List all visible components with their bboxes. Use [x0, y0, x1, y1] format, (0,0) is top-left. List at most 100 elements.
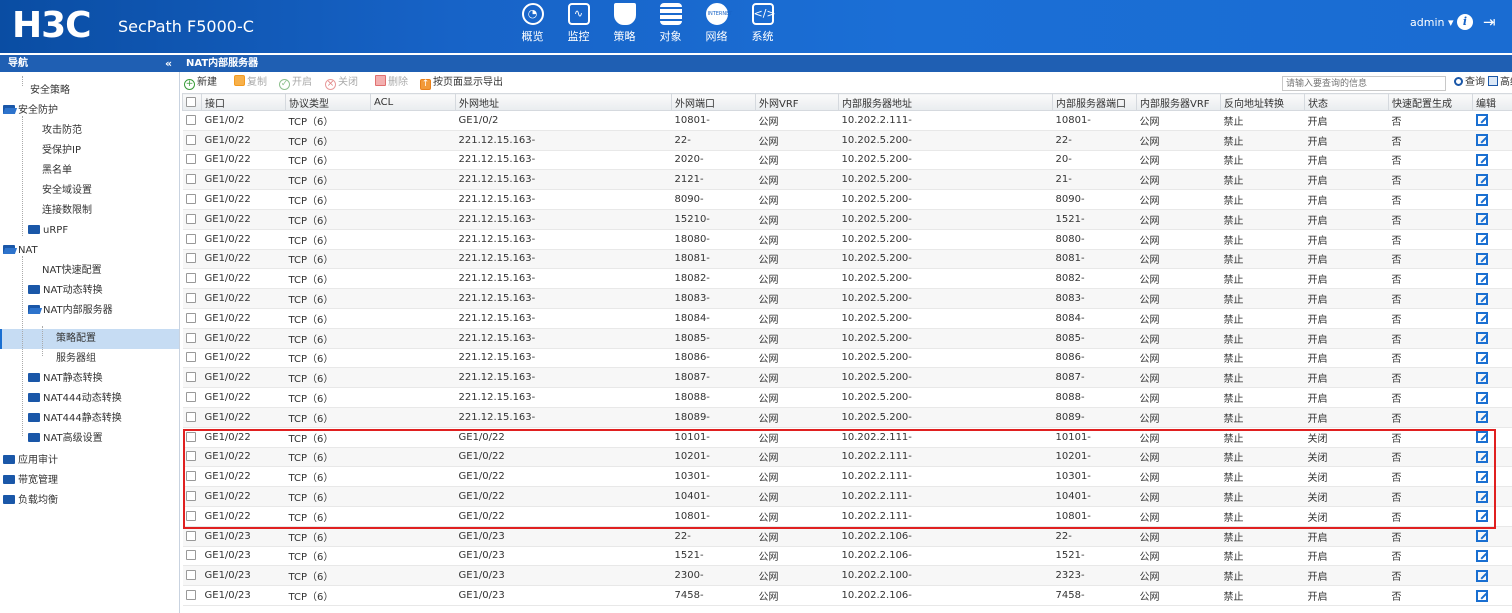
row-checkbox[interactable] [185, 471, 196, 482]
row-checkbox-cell[interactable] [182, 387, 202, 408]
col-public-vrf[interactable]: 外网VRF [755, 93, 839, 111]
sidebar-item-nat444-dynamic[interactable]: NAT444动态转换 [28, 389, 122, 409]
edit-icon[interactable] [1475, 252, 1488, 265]
disable-button[interactable]: × 关闭 [325, 74, 358, 92]
col-quick-config[interactable]: 快速配置生成 [1388, 93, 1473, 111]
table-row[interactable]: GE1/0/22 TCP（6） 221.12.15.163- 18084- 公网 10.2… [182, 308, 1512, 329]
edit-cell[interactable] [1472, 565, 1512, 587]
table-row[interactable]: GE1/0/22 TCP（6） 221.12.15.163- 18083- 公网 10.2… [182, 288, 1512, 309]
col-acl[interactable]: ACL [370, 93, 456, 111]
col-status[interactable]: 状态 [1304, 93, 1389, 111]
row-checkbox[interactable] [185, 411, 196, 422]
edit-icon[interactable] [1475, 233, 1488, 246]
edit-icon[interactable] [1475, 450, 1488, 463]
row-checkbox[interactable] [185, 352, 196, 363]
edit-cell[interactable] [1472, 387, 1512, 408]
row-checkbox[interactable] [185, 530, 196, 541]
edit-cell[interactable] [1472, 546, 1512, 567]
export-button[interactable]: ↑ 按页面显示导出 [420, 74, 503, 92]
edit-cell[interactable] [1472, 169, 1512, 191]
edit-cell[interactable] [1472, 229, 1512, 250]
row-checkbox-cell[interactable] [182, 506, 202, 527]
row-checkbox[interactable] [185, 550, 196, 561]
sidebar-item-nat-quick-config[interactable]: NAT快速配置 [42, 261, 102, 281]
edit-icon[interactable] [1475, 153, 1488, 166]
edit-cell[interactable] [1472, 506, 1512, 527]
row-checkbox-cell[interactable] [182, 169, 202, 191]
edit-icon[interactable] [1475, 332, 1488, 345]
edit-cell[interactable] [1472, 189, 1512, 210]
edit-icon[interactable] [1475, 272, 1488, 285]
advanced-query-button[interactable]: 高级查询 [1488, 74, 1512, 92]
edit-icon[interactable] [1475, 411, 1488, 424]
row-checkbox[interactable] [185, 451, 196, 462]
row-checkbox-cell[interactable] [182, 427, 202, 448]
sidebar-item-load-balancing[interactable]: 负载均衡 [3, 491, 58, 511]
edit-cell[interactable] [1472, 407, 1512, 428]
col-public-port[interactable]: 外网端口 [671, 93, 756, 111]
edit-cell[interactable] [1472, 447, 1512, 468]
table-row[interactable]: GE1/0/22 TCP（6） 221.12.15.163- 18082- 公网 10.2… [182, 268, 1512, 290]
table-row[interactable]: GE1/0/22 TCP（6） 221.12.15.163- 18085- 公网 10.2… [182, 328, 1512, 349]
row-checkbox-cell[interactable] [182, 565, 202, 587]
row-checkbox-cell[interactable] [182, 486, 202, 507]
table-row[interactable]: GE1/0/22 TCP（6） 221.12.15.163- 18080- 公网 10.2… [182, 229, 1512, 250]
sidebar-item-app-audit[interactable]: 应用审计 [3, 451, 58, 471]
row-checkbox[interactable] [185, 114, 196, 125]
row-checkbox[interactable] [185, 194, 196, 205]
row-checkbox-cell[interactable] [182, 308, 202, 329]
table-row[interactable]: GE1/0/22 TCP（6） 221.12.15.163- 18089- 公网 10.2… [182, 407, 1512, 428]
enable-button[interactable]: ✓ 开启 [279, 74, 312, 92]
table-row[interactable]: GE1/0/22 TCP（6） 221.12.15.163- 2020- 公网 10.20… [182, 150, 1512, 171]
nav-network[interactable]: INTERNET 网络 [694, 3, 739, 44]
edit-icon[interactable] [1475, 312, 1488, 325]
collapse-icon[interactable]: « [165, 55, 172, 72]
edit-cell[interactable] [1472, 367, 1512, 389]
edit-icon[interactable] [1475, 490, 1488, 503]
row-checkbox[interactable] [185, 431, 196, 442]
table-row[interactable]: GE1/0/23 TCP（6） GE1/0/23 7458- 公网 10.202.2.10… [182, 585, 1512, 606]
sidebar-item-nat[interactable]: NAT [3, 241, 38, 261]
col-interface[interactable]: 接口 [201, 93, 286, 111]
nav-monitor[interactable]: ∿ 监控 [556, 3, 601, 44]
table-row[interactable]: GE1/0/22 TCP（6） 221.12.15.163- 2121- 公网 10.20… [182, 169, 1512, 191]
select-all-checkbox[interactable] [182, 93, 202, 111]
row-checkbox[interactable] [185, 293, 196, 304]
edit-icon[interactable] [1475, 371, 1488, 384]
edit-cell[interactable] [1472, 209, 1512, 230]
row-checkbox-cell[interactable] [182, 110, 202, 131]
edit-cell[interactable] [1472, 110, 1512, 131]
edit-cell[interactable] [1472, 268, 1512, 290]
edit-cell[interactable] [1472, 328, 1512, 349]
sidebar-item-nat-static[interactable]: NAT静态转换 [28, 369, 103, 389]
sidebar-item-blacklist[interactable]: 黑名单 [42, 161, 72, 181]
edit-icon[interactable] [1475, 431, 1488, 444]
edit-icon[interactable] [1475, 569, 1488, 582]
table-row[interactable]: GE1/0/22 TCP（6） GE1/0/22 10801- 公网 10.202.2.1… [182, 506, 1512, 527]
nav-policy[interactable]: 策略 [602, 3, 647, 44]
row-checkbox-cell[interactable] [182, 407, 202, 428]
edit-cell[interactable] [1472, 130, 1512, 151]
table-row[interactable]: GE1/0/23 TCP（6） GE1/0/23 22- 公网 10.202.2.106-… [182, 526, 1512, 547]
edit-icon[interactable] [1475, 292, 1488, 305]
col-server-address[interactable]: 内部服务器地址 [838, 93, 1053, 111]
row-checkbox[interactable] [185, 491, 196, 502]
row-checkbox-cell[interactable] [182, 189, 202, 210]
edit-icon[interactable] [1475, 193, 1488, 206]
row-checkbox-cell[interactable] [182, 546, 202, 567]
col-server-port[interactable]: 内部服务器端口 [1052, 93, 1137, 111]
row-checkbox-cell[interactable] [182, 249, 202, 270]
edit-cell[interactable] [1472, 150, 1512, 171]
sidebar-item-urpf[interactable]: uRPF [28, 221, 68, 241]
edit-icon[interactable] [1475, 589, 1488, 602]
search-input[interactable] [1282, 76, 1446, 91]
table-row[interactable]: GE1/0/22 TCP（6） 221.12.15.163- 18087- 公网 10.2… [182, 367, 1512, 389]
copy-button[interactable]: 复制 [234, 74, 267, 92]
table-row[interactable]: GE1/0/22 TCP（6） 221.12.15.163- 18086- 公网 10.2… [182, 348, 1512, 369]
row-checkbox[interactable] [185, 510, 196, 521]
edit-icon[interactable] [1475, 134, 1488, 147]
col-reverse-nat[interactable]: 反向地址转换 [1220, 93, 1305, 111]
sidebar-item-nat-dynamic[interactable]: NAT动态转换 [28, 281, 103, 301]
delete-button[interactable]: 删除 [375, 74, 408, 92]
edit-icon[interactable] [1475, 173, 1488, 186]
